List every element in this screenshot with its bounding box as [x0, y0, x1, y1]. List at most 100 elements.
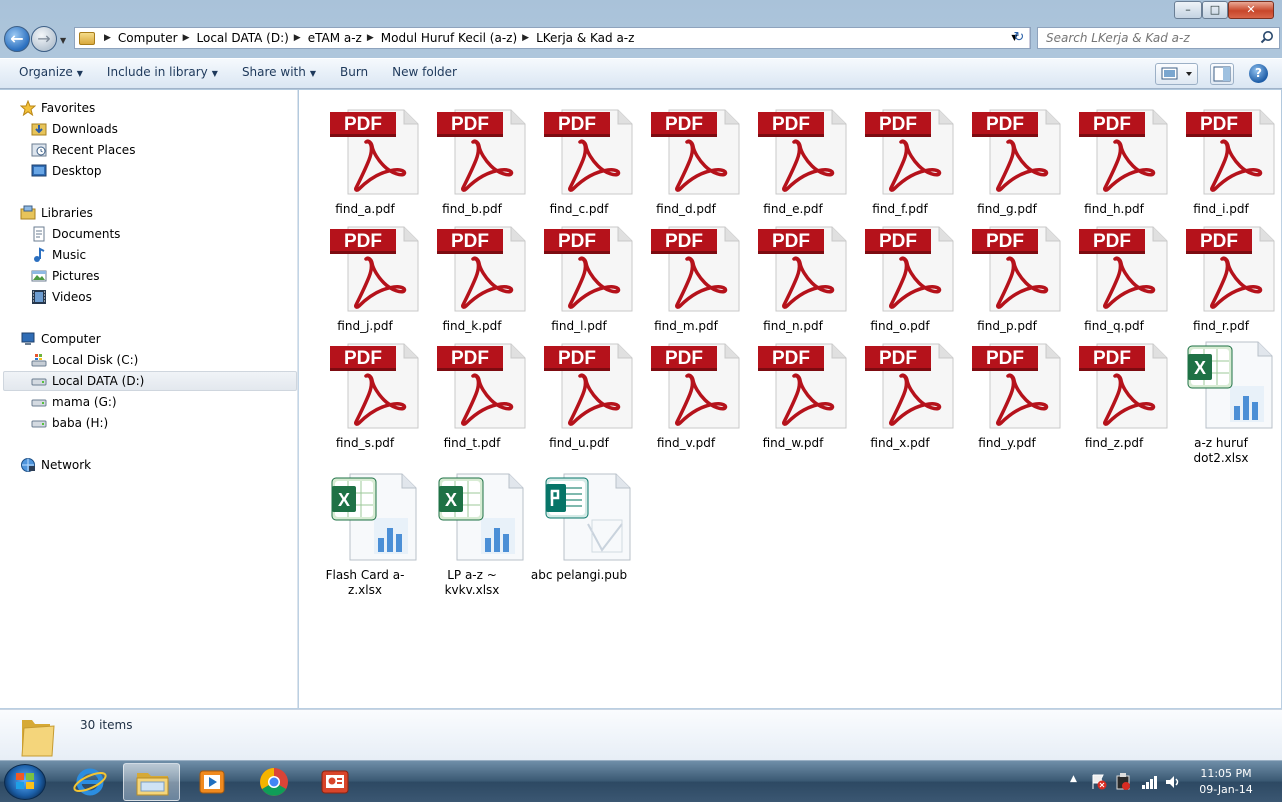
file-item[interactable]: abc pelangi.pub	[527, 464, 631, 582]
back-button[interactable]: ←	[4, 26, 30, 52]
chevron-right-icon[interactable]: ▶	[367, 33, 374, 43]
history-dropdown-icon[interactable]: ▼	[60, 36, 66, 45]
nav-libraries[interactable]: Libraries	[20, 203, 93, 223]
burn-button[interactable]: Burn	[331, 58, 377, 89]
show-hidden-icons-icon[interactable]: ▲	[1070, 774, 1077, 784]
breadcrumb-item-modul[interactable]: Modul Huruf Kecil (a-z)	[381, 31, 517, 45]
file-item[interactable]: PDF find_p.pdf	[955, 215, 1061, 333]
signal-strength-icon[interactable]	[1140, 773, 1158, 791]
nav-documents[interactable]: Documents	[31, 224, 120, 244]
nav-desktop[interactable]: Desktop	[31, 161, 102, 181]
nav-local-data-d[interactable]: Local DATA (D:)	[3, 371, 297, 391]
taskbar-chrome[interactable]	[245, 763, 302, 801]
file-item[interactable]: PDF find_x.pdf	[848, 332, 954, 450]
file-item[interactable]: PDF find_a.pdf	[313, 98, 419, 216]
preview-pane-button[interactable]	[1210, 63, 1234, 85]
svg-text:PDF: PDF	[451, 114, 489, 135]
forward-button[interactable]: →	[31, 26, 57, 52]
pdf-file-icon: PDF	[758, 226, 847, 312]
refresh-icon[interactable]: ↻	[1008, 27, 1030, 49]
nav-baba-h[interactable]: baba (H:)	[31, 413, 108, 433]
file-item[interactable]: PDF find_w.pdf	[741, 332, 847, 450]
file-item[interactable]: PDF find_t.pdf	[420, 332, 526, 450]
include-in-library-menu[interactable]: Include in library ▼	[98, 58, 227, 89]
pictures-icon	[31, 270, 47, 282]
recent-places-icon	[31, 143, 47, 157]
search-icon[interactable]	[1260, 30, 1274, 44]
file-item[interactable]: PDF find_h.pdf	[1062, 98, 1168, 216]
security-icon[interactable]	[1114, 772, 1132, 792]
folder-icon	[21, 720, 55, 757]
clock[interactable]: 11:05 PM 09-Jan-14	[1190, 766, 1262, 798]
file-item[interactable]: X LP a-z ~ kvkv.xlsx	[420, 464, 524, 597]
taskbar-ie[interactable]	[62, 763, 119, 801]
minimize-button[interactable]: –	[1174, 1, 1202, 19]
file-item[interactable]: PDF find_s.pdf	[313, 332, 419, 450]
file-item[interactable]: PDF find_q.pdf	[1062, 215, 1168, 333]
file-item[interactable]: PDF find_j.pdf	[313, 215, 419, 333]
file-item[interactable]: PDF find_z.pdf	[1062, 332, 1168, 450]
pdf-file-icon: PDF	[1186, 109, 1275, 195]
pdf-file-icon: PDF	[651, 109, 740, 195]
file-item[interactable]: PDF find_o.pdf	[848, 215, 954, 333]
taskbar-explorer[interactable]	[123, 763, 180, 801]
change-view-button[interactable]	[1155, 63, 1198, 85]
chevron-right-icon[interactable]: ▶	[522, 33, 529, 43]
nav-network[interactable]: Network	[20, 455, 91, 475]
file-item[interactable]: PDF find_g.pdf	[955, 98, 1061, 216]
file-item[interactable]: PDF find_v.pdf	[634, 332, 740, 450]
maximize-button[interactable]: □	[1202, 1, 1228, 19]
file-item[interactable]: PDF find_e.pdf	[741, 98, 847, 216]
file-item[interactable]: PDF find_i.pdf	[1169, 98, 1275, 216]
pdf-file-icon: PDF	[1079, 343, 1168, 429]
action-center-flag-icon[interactable]	[1090, 773, 1108, 791]
nav-desktop-label: Desktop	[52, 164, 102, 178]
file-item[interactable]: PDF find_d.pdf	[634, 98, 740, 216]
new-folder-button[interactable]: New folder	[383, 58, 466, 89]
nav-pictures[interactable]: Pictures	[31, 266, 100, 286]
file-item[interactable]: PDF find_u.pdf	[527, 332, 633, 450]
taskbar-powerpoint[interactable]	[306, 763, 363, 801]
videos-icon	[32, 290, 46, 304]
volume-icon[interactable]	[1164, 773, 1182, 791]
nav-downloads[interactable]: Downloads	[31, 119, 118, 139]
breadcrumb-item-etam[interactable]: eTAM a-z	[308, 31, 362, 45]
close-button[interactable]: ✕	[1228, 1, 1274, 19]
file-item[interactable]: PDF find_l.pdf	[527, 215, 633, 333]
file-item[interactable]: PDF find_r.pdf	[1169, 215, 1275, 333]
breadcrumb-item-local-data[interactable]: Local DATA (D:)	[197, 31, 289, 45]
address-bar[interactable]: ▶ Computer ▶ Local DATA (D:) ▶ eTAM a-z …	[74, 27, 1031, 49]
file-item[interactable]: PDF find_n.pdf	[741, 215, 847, 333]
svg-text:PDF: PDF	[1200, 114, 1238, 135]
chevron-right-icon[interactable]: ▶	[294, 33, 301, 43]
search-input[interactable]	[1046, 31, 1251, 45]
chevron-right-icon[interactable]: ▶	[183, 33, 190, 43]
nav-mama-g-label: mama (G:)	[52, 395, 117, 409]
nav-computer[interactable]: Computer	[20, 329, 101, 349]
file-item[interactable]: PDF find_y.pdf	[955, 332, 1061, 450]
file-item[interactable]: PDF find_c.pdf	[527, 98, 633, 216]
file-item[interactable]: PDF find_m.pdf	[634, 215, 740, 333]
start-button[interactable]	[4, 764, 46, 800]
nav-local-disk-c[interactable]: Local Disk (C:)	[31, 350, 138, 370]
chevron-right-icon[interactable]: ▶	[104, 33, 111, 43]
nav-recent-places[interactable]: Recent Places	[31, 140, 135, 160]
help-button[interactable]: ?	[1249, 64, 1268, 83]
search-box[interactable]	[1037, 27, 1280, 49]
pdf-file-icon: PDF	[758, 109, 847, 195]
breadcrumb-item-lkerja[interactable]: LKerja & Kad a-z	[536, 31, 634, 45]
navigation-pane: Favorites Downloads Recent Places Deskto…	[0, 90, 298, 708]
taskbar-media-player[interactable]	[184, 763, 241, 801]
nav-videos[interactable]: Videos	[31, 287, 92, 307]
file-item[interactable]: PDF find_k.pdf	[420, 215, 526, 333]
share-with-menu[interactable]: Share with ▼	[233, 58, 325, 89]
nav-mama-g[interactable]: mama (G:)	[31, 392, 117, 412]
file-item[interactable]: X Flash Card a-z.xlsx	[313, 464, 417, 597]
nav-music[interactable]: Music	[31, 245, 86, 265]
organize-menu[interactable]: Organize ▼	[10, 58, 92, 89]
nav-favorites[interactable]: Favorites	[20, 98, 95, 118]
file-item[interactable]: PDF find_b.pdf	[420, 98, 526, 216]
breadcrumb-item-computer[interactable]: Computer	[118, 31, 178, 45]
file-item[interactable]: PDF find_f.pdf	[848, 98, 954, 216]
file-item[interactable]: Xa-z huruf dot2.xlsx	[1169, 332, 1273, 465]
